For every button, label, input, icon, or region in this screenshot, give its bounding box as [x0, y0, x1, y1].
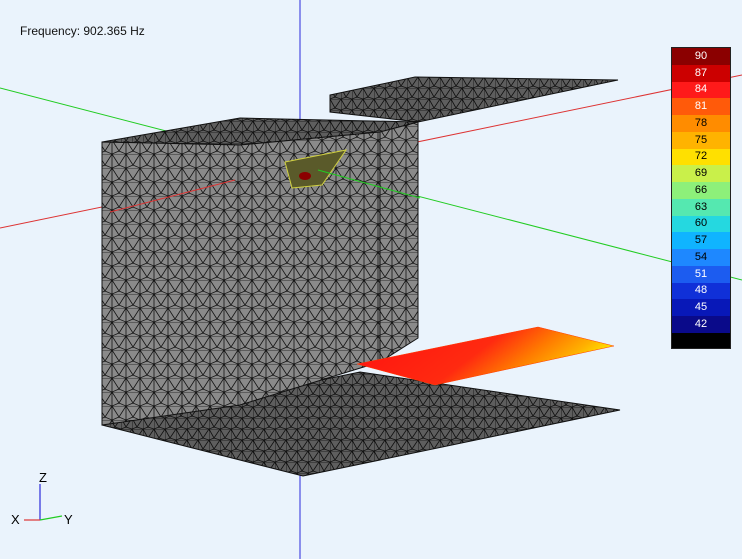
triad-z-label: Z — [39, 470, 47, 485]
colorbar-cell: 48 — [672, 282, 730, 300]
colorbar-cell: 63 — [672, 198, 730, 216]
mesh-top-plate — [329, 76, 619, 123]
colorbar-cell: 90 — [672, 48, 730, 65]
triad-x-label: X — [11, 512, 20, 527]
colorbar-cell: 78 — [672, 115, 730, 132]
colorbar-cell: 60 — [672, 215, 730, 233]
3d-viewport[interactable]: Z X Y — [0, 0, 742, 559]
color-scale-legend: 90 87 84 81 78 75 72 69 66 63 60 57 54 51 48 45 42 — [671, 47, 731, 349]
colorbar-cell: 84 — [672, 81, 730, 99]
colorbar-cell: 69 — [672, 165, 730, 182]
colorbar-cell: 66 — [672, 182, 730, 199]
colorbar-cell: 54 — [672, 249, 730, 266]
colorbar-cell: 45 — [672, 299, 730, 316]
colorbar-cell: 42 — [672, 316, 730, 333]
colorbar-cell: 57 — [672, 232, 730, 249]
colorbar-cell: 87 — [672, 64, 730, 82]
frequency-label: Frequency: 902.365 Hz — [20, 24, 145, 38]
colorbar-cell: 81 — [672, 98, 730, 115]
mesh-box-right — [379, 121, 419, 363]
source-hotspot — [299, 172, 311, 180]
colorbar-cell: 75 — [672, 131, 730, 149]
colorbar-cell: 51 — [672, 265, 730, 283]
colorbar-end-cell — [672, 332, 730, 348]
triad-y-label: Y — [64, 512, 73, 527]
axes-triad: Z X Y — [11, 470, 73, 527]
colorbar-cell: 72 — [672, 148, 730, 166]
